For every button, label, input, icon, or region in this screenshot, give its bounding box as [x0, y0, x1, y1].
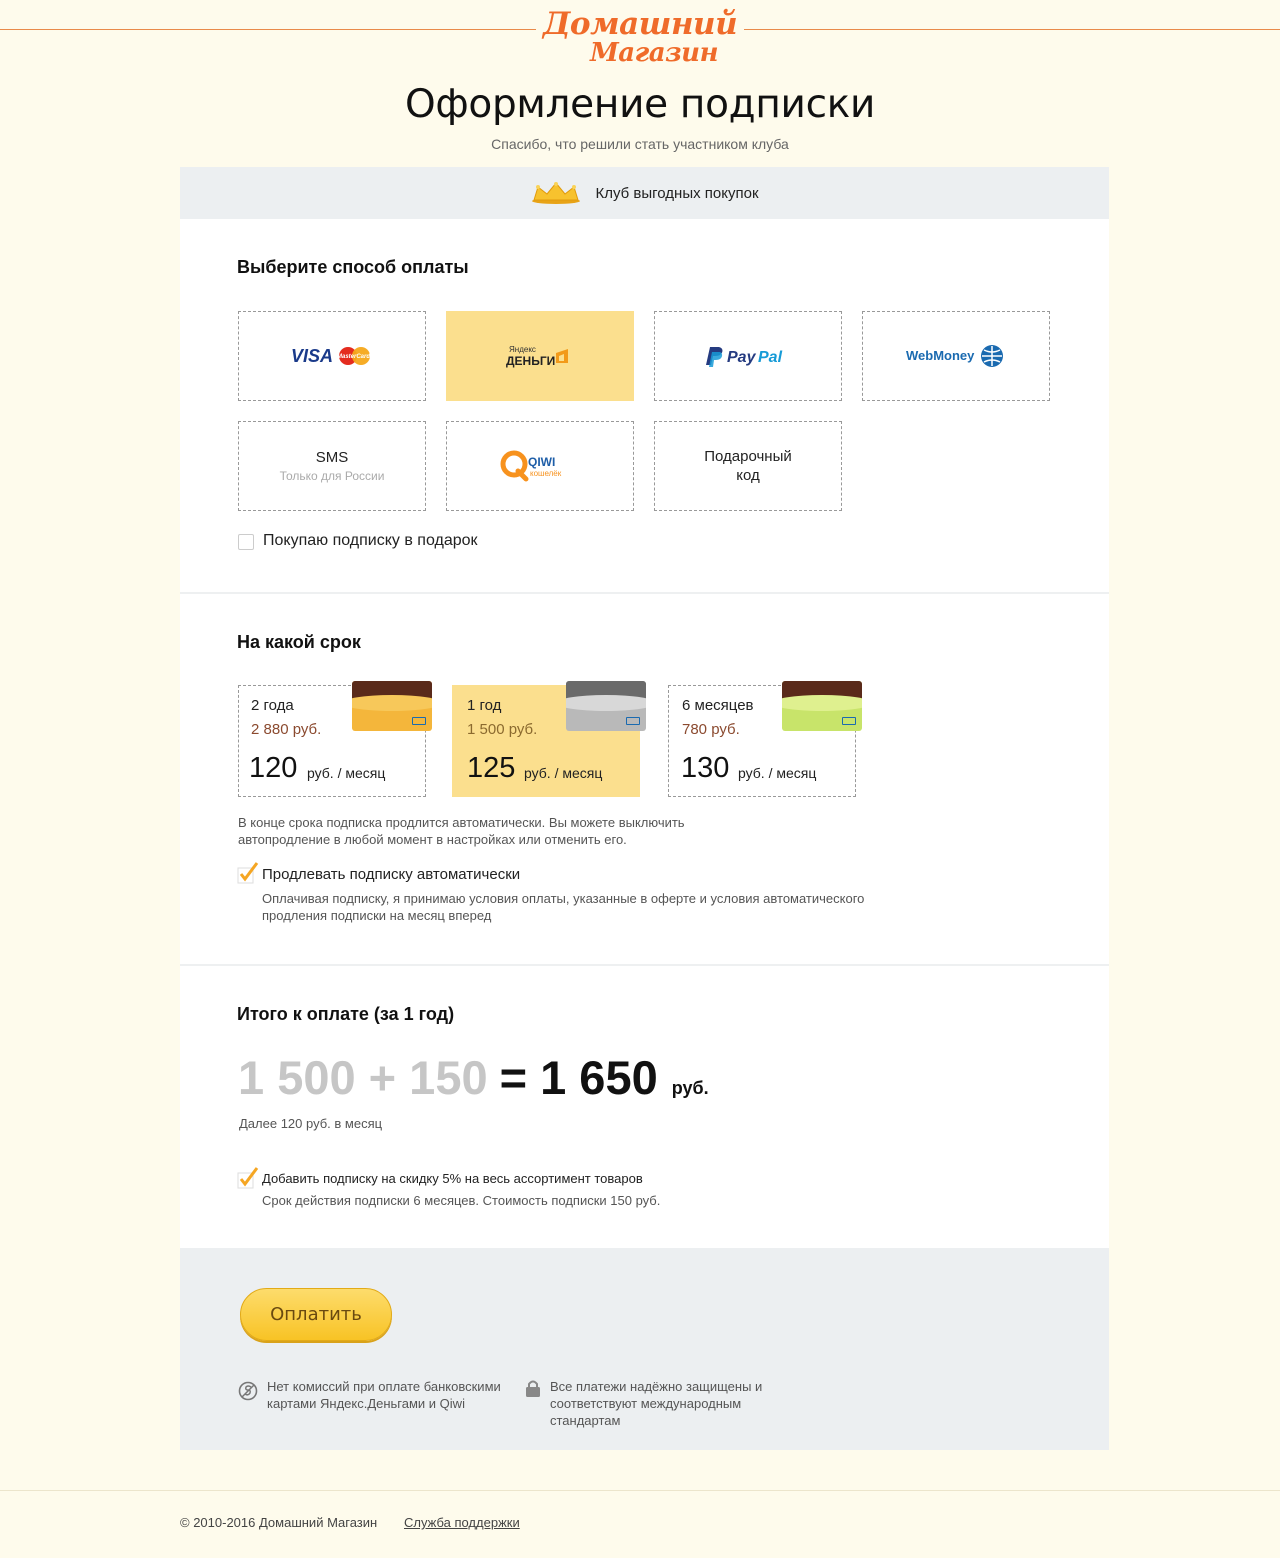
page-title: Оформление подписки	[404, 82, 876, 127]
yandex-money-icon: Яндекс ДЕНЬГИ	[506, 345, 568, 368]
page-subtitle: Спасибо, что решили стать участником клу…	[491, 136, 789, 152]
visa-mastercard-icon: VISA MasterCard	[291, 346, 370, 366]
auto-renew-terms: Оплачивая подписку, я принимаю условия о…	[262, 891, 865, 923]
gift-subscription-label[interactable]: Покупаю подписку в подарок	[263, 532, 478, 550]
gift-code-label: Подарочный код	[704, 448, 792, 484]
auto-renew-note: В конце срока подписка продлится автомат…	[238, 815, 685, 847]
qiwi-subtext: кошелёк	[530, 469, 562, 478]
term-title: На какой срок	[237, 632, 361, 652]
payment-option-yandex-money[interactable]: Яндекс ДЕНЬГИ	[446, 311, 634, 401]
total-sum: 1 500 + 150 = 1 650 руб.	[238, 1050, 709, 1105]
term-monthly-unit: руб. / месяц	[307, 765, 386, 781]
qiwi-icon: QIWI кошелёк	[500, 450, 562, 482]
payment-option-visa-mastercard[interactable]: VISA MasterCard	[238, 311, 426, 401]
gold-club-card-image	[352, 681, 432, 731]
auto-renew-label[interactable]: Продлевать подписку автоматически	[262, 866, 520, 883]
monthly-after-note: Далее 120 руб. в месяц	[239, 1116, 383, 1131]
logo-line-2: Магазин	[589, 38, 719, 68]
total-formula: 1 500 + 150	[238, 1051, 488, 1104]
paypal-icon: Pay Pal	[706, 347, 783, 367]
lock-icon	[526, 1380, 540, 1397]
no-commission-icon	[238, 1381, 258, 1401]
term-monthly-price: 130	[681, 752, 730, 784]
webmoney-icon: WebMoney	[906, 345, 1003, 367]
yandex-line-1: Яндекс	[509, 345, 536, 354]
payment-option-paypal[interactable]: Pay Pal	[654, 311, 842, 401]
term-option-1-year[interactable]: 1 год 1 500 руб. 125 руб. / месяц	[452, 681, 646, 797]
club-label: Клуб выгодных покупок	[595, 184, 759, 202]
visa-text: VISA	[291, 346, 333, 366]
payment-option-qiwi[interactable]: QIWI кошелёк	[446, 421, 634, 511]
qiwi-text: QIWI	[528, 455, 555, 469]
term-price: 780 руб.	[682, 721, 740, 738]
payment-option-webmoney[interactable]: WebMoney	[862, 311, 1050, 401]
payment-option-gift-code[interactable]: Подарочный код	[654, 421, 842, 511]
term-monthly-price: 120	[249, 752, 298, 784]
sms-label: SMS	[315, 449, 349, 466]
term-option-6-months[interactable]: 6 месяцев 780 руб. 130 руб. / месяц	[668, 681, 862, 797]
pay-button[interactable]: Оплатить	[240, 1288, 392, 1341]
payment-section: Выберите способ оплаты VISA MasterCard Я…	[180, 219, 1109, 592]
term-price: 1 500 руб.	[467, 721, 538, 738]
term-price: 2 880 руб.	[251, 721, 322, 738]
total-amount: = 1 650	[499, 1051, 658, 1104]
green-club-card-image	[782, 681, 862, 731]
payment-title: Выберите способ оплаты	[237, 257, 469, 277]
yandex-line-2: ДЕНЬГИ	[506, 354, 555, 368]
term-name: 6 месяцев	[682, 697, 754, 714]
club-banner: Клуб выгодных покупок	[180, 167, 1109, 219]
support-link[interactable]: Служба поддержки	[404, 1515, 520, 1530]
logo-line-1: Домашний	[542, 6, 738, 42]
paypal-pay-text: Pay	[727, 349, 757, 366]
no-commission-text: Нет комиссий при оплате банковскими карт…	[267, 1379, 501, 1411]
discount-label[interactable]: Добавить подписку на скидку 5% на весь а…	[262, 1171, 643, 1186]
store-logo[interactable]: Домашний Магазин	[536, 4, 744, 76]
discount-checkbox-checked-icon[interactable]	[237, 1167, 261, 1189]
term-section: На какой срок 2 года 2 880 руб. 120 руб.…	[180, 594, 1109, 964]
secure-payments-text: Все платежи надёжно защищены и соответст…	[550, 1379, 763, 1428]
term-monthly-unit: руб. / месяц	[524, 765, 603, 781]
total-section: Итого к оплате (за 1 год) 1 500 + 150 = …	[180, 966, 1109, 1248]
auto-renew-checkbox-checked-icon[interactable]	[237, 862, 261, 884]
term-monthly-unit: руб. / месяц	[738, 765, 817, 781]
total-currency: руб.	[671, 1078, 709, 1098]
paypal-pal-text: Pal	[758, 349, 783, 366]
term-name: 2 года	[251, 697, 294, 714]
term-name: 1 год	[467, 697, 502, 714]
webmoney-text: WebMoney	[906, 348, 975, 363]
crown-icon	[530, 181, 582, 205]
total-title: Итого к оплате (за 1 год)	[237, 1004, 455, 1024]
term-monthly-price: 125	[467, 752, 516, 784]
pay-panel: Оплатить Нет комиссий при оплате банковс…	[180, 1248, 1109, 1450]
term-option-2-years[interactable]: 2 года 2 880 руб. 120 руб. / месяц	[238, 681, 432, 797]
footer-rule	[0, 1490, 1280, 1491]
gift-subscription-checkbox[interactable]	[238, 534, 254, 550]
payment-option-sms[interactable]: SMS Только для России	[238, 421, 426, 511]
silver-club-card-image	[566, 681, 646, 731]
sms-note: Только для России	[279, 469, 385, 483]
copyright: © 2010-2016 Домашний Магазин	[180, 1515, 378, 1530]
mastercard-text: MasterCard	[337, 354, 370, 360]
discount-note: Срок действия подписки 6 месяцев. Стоимо…	[262, 1193, 661, 1208]
